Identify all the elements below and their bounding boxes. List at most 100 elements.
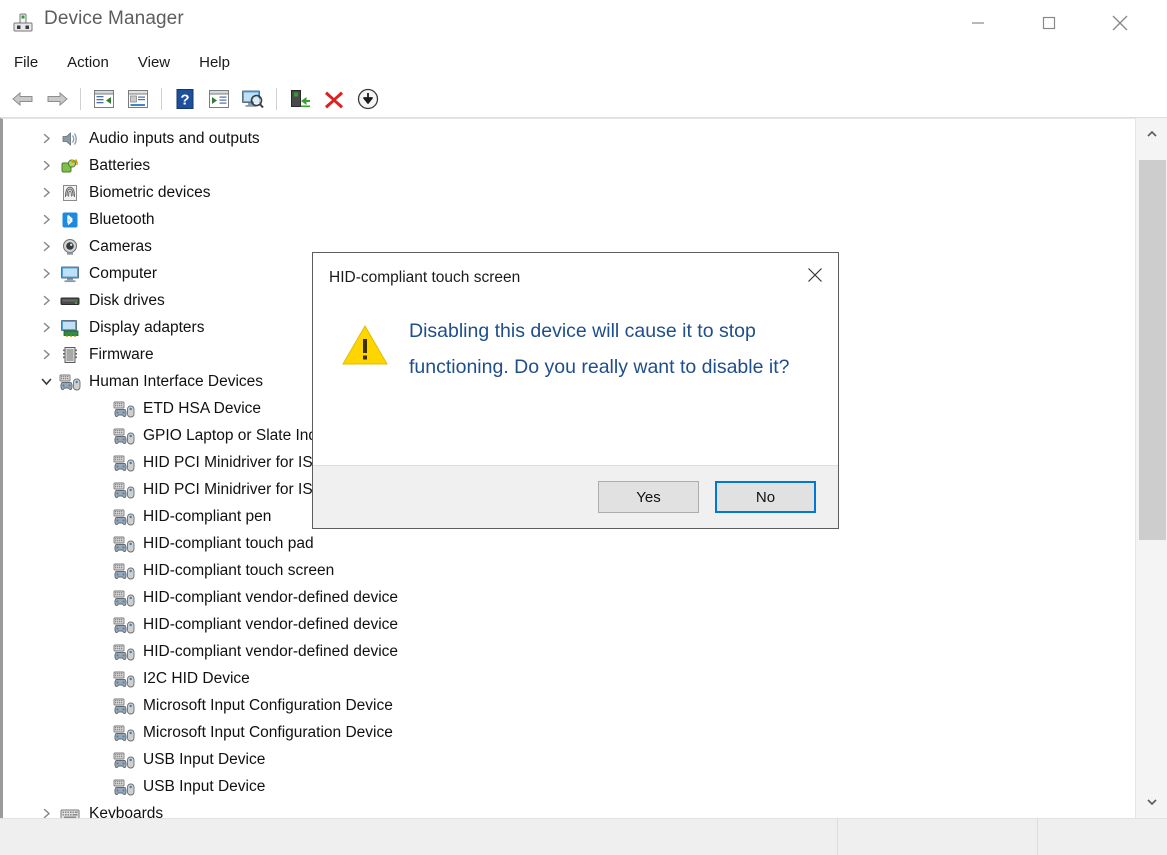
tree-item-label: Microsoft Input Configuration Device [143, 696, 393, 716]
tree-item[interactable]: Batteries [3, 152, 1123, 179]
hid-device-icon [113, 750, 135, 770]
scan-for-hardware-changes-icon[interactable] [238, 84, 268, 114]
help-icon[interactable]: ? [170, 84, 200, 114]
chevron-right-icon[interactable] [37, 319, 55, 337]
disable-device-icon[interactable] [353, 84, 383, 114]
title-bar: Device Manager [0, 0, 1167, 46]
tree-item[interactable]: Microsoft Input Configuration Device [3, 692, 1123, 719]
toolbar-separator-2 [161, 88, 162, 110]
chevron-right-icon[interactable] [37, 157, 55, 175]
tree-item-label: HID PCI Minidriver for ISS [143, 453, 323, 473]
control-gap-2 [1072, 0, 1096, 46]
chevron-down-icon[interactable] [37, 373, 55, 391]
dialog-body: Disabling this device will cause it to s… [313, 303, 838, 467]
toolbar-separator-1 [80, 88, 81, 110]
chevron-right-icon[interactable] [37, 805, 55, 819]
vertical-scrollbar[interactable] [1135, 118, 1167, 818]
monitor-icon [59, 264, 81, 284]
tree-item-label: ETD HSA Device [143, 399, 261, 419]
scroll-up-button[interactable] [1136, 118, 1167, 150]
chevron-right-icon[interactable] [37, 346, 55, 364]
firmware-chip-icon [59, 345, 81, 365]
tree-item-label: I2C HID Device [143, 669, 250, 689]
hid-device-icon [113, 642, 135, 662]
hid-device-icon [113, 480, 135, 500]
tree-item[interactable]: Microsoft Input Configuration Device [3, 719, 1123, 746]
maximize-button[interactable] [1025, 0, 1072, 46]
tree-item-label: HID-compliant touch pad [143, 534, 314, 554]
hid-device-icon [113, 723, 135, 743]
tree-item[interactable]: Keyboards [3, 800, 1123, 818]
dialog-close-icon[interactable] [792, 253, 838, 297]
warning-triangle-icon [341, 323, 389, 367]
control-gap-3 [1143, 0, 1167, 46]
menu-help[interactable]: Help [199, 51, 243, 75]
minimize-button[interactable] [954, 0, 1001, 46]
tree-item[interactable]: HID-compliant touch screen [3, 557, 1123, 584]
tree-item-label: Microsoft Input Configuration Device [143, 723, 393, 743]
hid-device-icon [113, 534, 135, 554]
tree-item-label: Firmware [89, 345, 154, 365]
disk-drive-icon [59, 291, 81, 311]
chevron-right-icon[interactable] [37, 265, 55, 283]
hid-device-icon [113, 615, 135, 635]
tree-item[interactable]: USB Input Device [3, 746, 1123, 773]
chevron-right-icon[interactable] [37, 292, 55, 310]
back-arrow-icon[interactable] [8, 84, 38, 114]
chevron-right-icon[interactable] [37, 238, 55, 256]
menu-action[interactable]: Action [67, 51, 122, 75]
hid-icon [59, 372, 81, 392]
tree-item[interactable]: I2C HID Device [3, 665, 1123, 692]
toolbar-separator-3 [276, 88, 277, 110]
tree-item[interactable]: Audio inputs and outputs [3, 125, 1123, 152]
tree-item[interactable]: HID-compliant vendor-defined device [3, 638, 1123, 665]
hid-device-icon [113, 777, 135, 797]
hid-device-icon [113, 399, 135, 419]
fingerprint-icon [59, 183, 81, 203]
window-controls [954, 0, 1167, 46]
toolbar: ? [0, 80, 1167, 118]
tree-item[interactable]: Biometric devices [3, 179, 1123, 206]
menu-file[interactable]: File [14, 51, 51, 75]
uninstall-device-icon[interactable] [319, 84, 349, 114]
close-button[interactable] [1096, 0, 1143, 46]
hid-device-icon [113, 588, 135, 608]
confirm-disable-dialog: HID-compliant touch screen Disabling thi… [312, 252, 839, 529]
tree-item-label: Display adapters [89, 318, 204, 338]
device-manager-icon [10, 10, 36, 36]
update-driver-icon[interactable] [204, 84, 234, 114]
enable-device-icon[interactable] [285, 84, 315, 114]
chevron-right-icon[interactable] [37, 130, 55, 148]
status-cell-3 [1038, 819, 1167, 855]
menu-bar: File Action View Help [0, 46, 1167, 80]
keyboard-icon [59, 804, 81, 819]
tree-item[interactable]: HID-compliant touch pad [3, 530, 1123, 557]
chevron-right-icon[interactable] [37, 184, 55, 202]
speaker-icon [59, 129, 81, 149]
dialog-title: HID-compliant touch screen [313, 269, 520, 287]
tree-item-label: HID-compliant vendor-defined device [143, 642, 398, 662]
yes-button[interactable]: Yes [598, 481, 699, 513]
tree-item[interactable]: USB Input Device [3, 773, 1123, 800]
hid-device-icon [113, 696, 135, 716]
tree-item[interactable]: Bluetooth [3, 206, 1123, 233]
display-adapter-icon [59, 318, 81, 338]
tree-item-label: Audio inputs and outputs [89, 129, 260, 149]
scroll-down-button[interactable] [1136, 786, 1167, 818]
tree-item[interactable]: HID-compliant vendor-defined device [3, 611, 1123, 638]
no-button[interactable]: No [715, 481, 816, 513]
show-hide-console-tree-icon[interactable] [89, 84, 119, 114]
tree-item-label: Keyboards [89, 804, 163, 819]
tree-item-label: Batteries [89, 156, 150, 176]
tree-item[interactable]: HID-compliant vendor-defined device [3, 584, 1123, 611]
chevron-right-icon[interactable] [37, 211, 55, 229]
tree-item-label: Cameras [89, 237, 152, 257]
scrollbar-thumb[interactable] [1139, 160, 1166, 540]
properties-icon[interactable] [123, 84, 153, 114]
dialog-title-bar: HID-compliant touch screen [313, 253, 838, 303]
menu-view[interactable]: View [138, 51, 183, 75]
forward-arrow-icon[interactable] [42, 84, 72, 114]
tree-item-label: HID-compliant touch screen [143, 561, 334, 581]
status-bar [0, 818, 1167, 855]
tree-item-label: USB Input Device [143, 750, 265, 770]
